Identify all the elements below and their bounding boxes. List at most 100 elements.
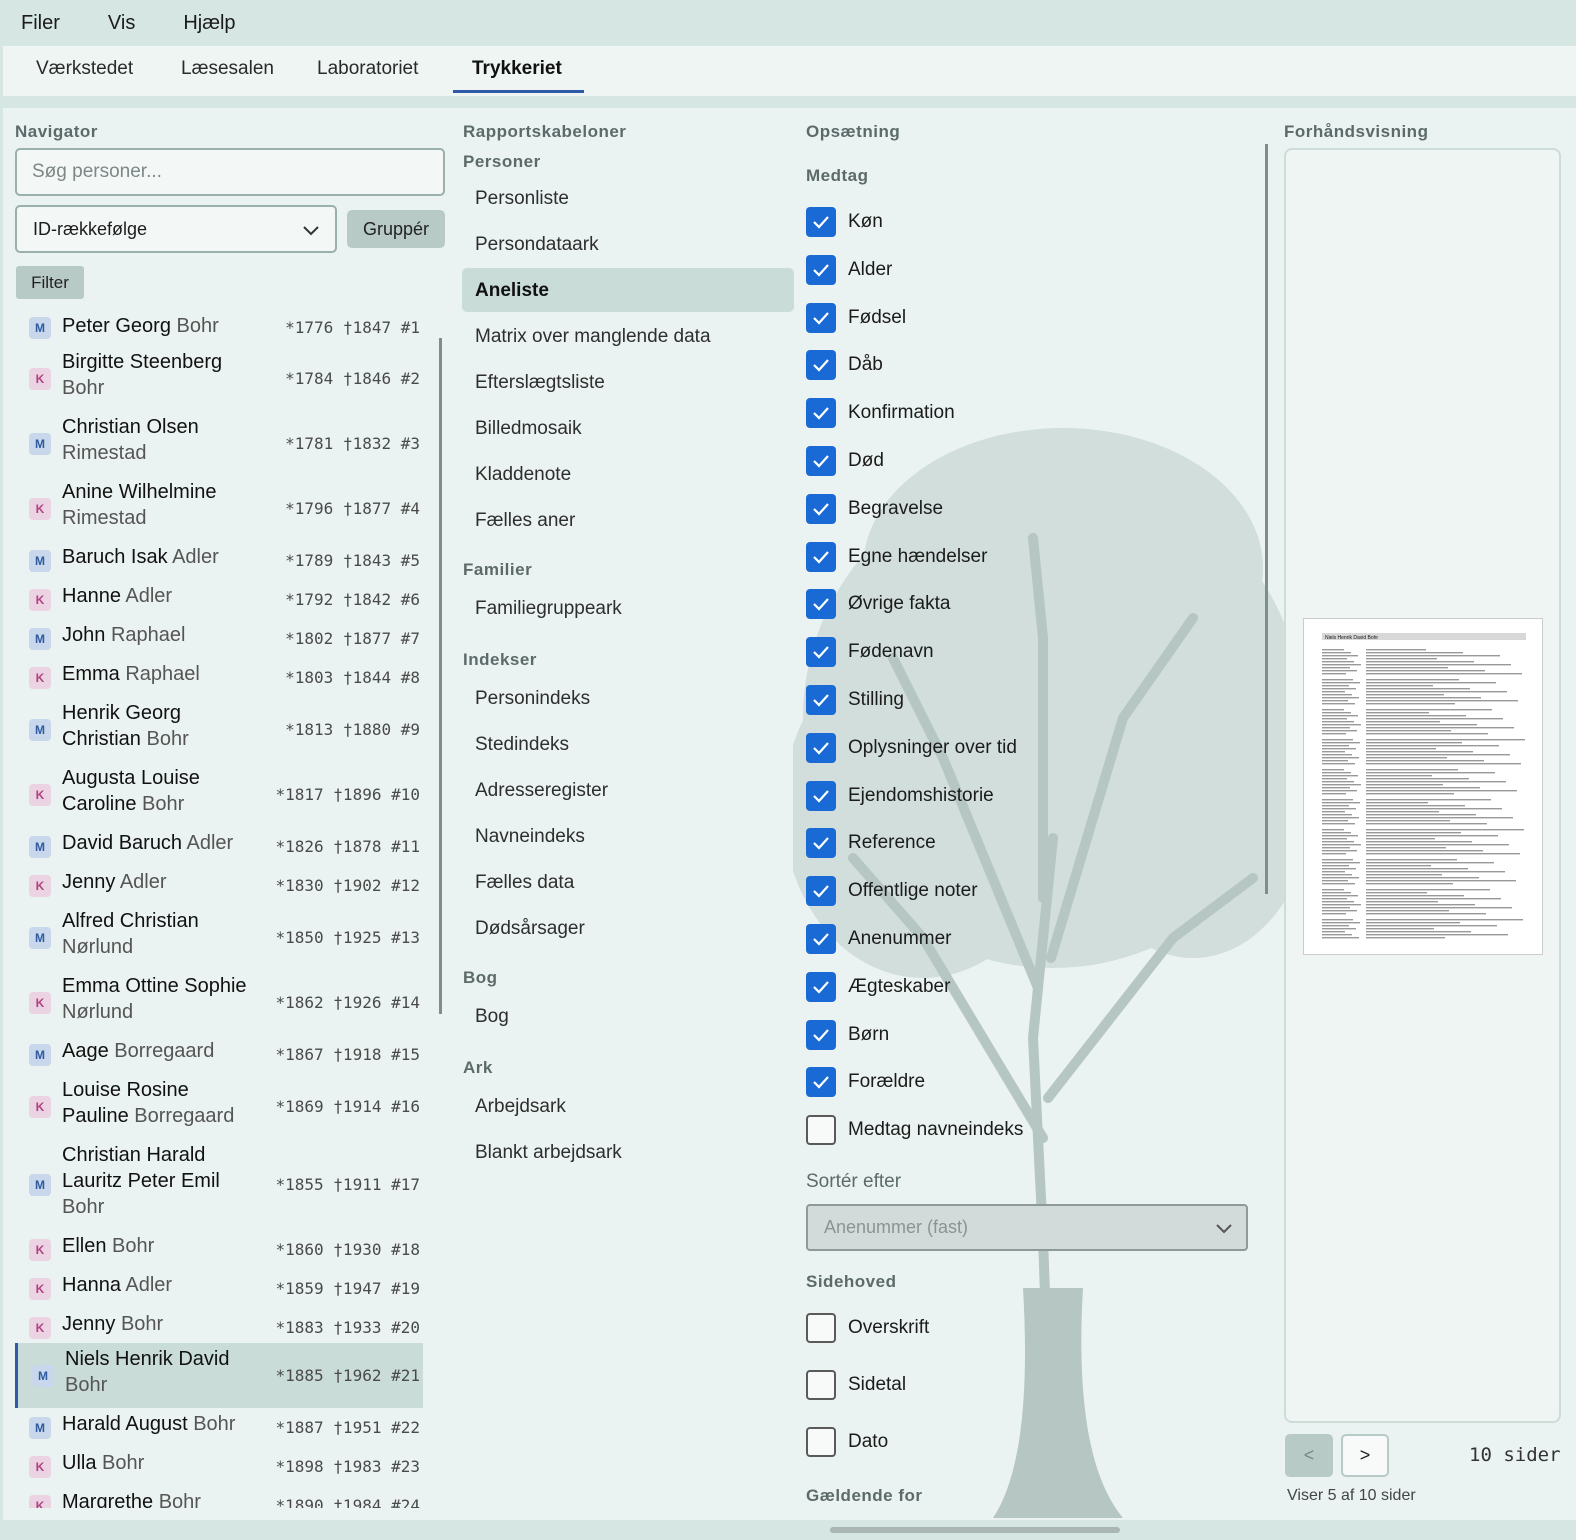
menu-file[interactable]: Filer	[21, 12, 60, 35]
checkbox-checked[interactable]	[806, 637, 836, 668]
checkbox-option[interactable]: Død	[806, 446, 884, 476]
checkbox-option[interactable]: Medtag navneindeks	[806, 1115, 1023, 1146]
template-item[interactable]: Efterslægtsliste	[475, 372, 605, 394]
checkbox-option[interactable]: Begravelse	[806, 493, 943, 524]
template-item[interactable]: Fælles data	[475, 872, 574, 894]
person-row[interactable]: K Jenny Adler *1830 †1902 #12	[15, 866, 423, 905]
person-row[interactable]: M David Baruch Adler *1826 †1878 #11	[15, 827, 423, 866]
checkbox-unchecked[interactable]	[806, 1115, 836, 1146]
template-item[interactable]: Persondataark	[475, 234, 599, 256]
person-row[interactable]: M Harald August Bohr *1887 †1951 #22	[15, 1408, 423, 1447]
template-item[interactable]: Adresseregister	[475, 780, 608, 802]
menu-view[interactable]: Vis	[108, 12, 135, 35]
checkbox-option[interactable]: Ejendomshistorie	[806, 780, 994, 811]
checkbox-option[interactable]: Køn	[806, 207, 883, 237]
checkbox-checked[interactable]	[806, 254, 836, 285]
person-row[interactable]: K Hanne Adler *1792 †1842 #6	[15, 580, 423, 619]
menu-help[interactable]: Hjælp	[183, 12, 235, 35]
person-row[interactable]: K Birgitte Steenberg Bohr *1784 †1846 #2	[15, 346, 423, 411]
checkbox-option[interactable]: Sidetal	[806, 1370, 906, 1400]
checkbox-option[interactable]: Dato	[806, 1427, 888, 1457]
checkbox-checked[interactable]	[806, 685, 836, 715]
template-item[interactable]: Kladdenote	[475, 464, 571, 486]
checkbox-checked[interactable]	[806, 493, 836, 524]
prev-page-button[interactable]: <	[1285, 1434, 1333, 1477]
checkbox-option[interactable]: Børn	[806, 1019, 889, 1050]
group-button[interactable]: Gruppér	[347, 210, 445, 248]
checkbox-checked[interactable]	[806, 446, 836, 476]
template-item[interactable]: Matrix over manglende data	[475, 326, 711, 348]
checkbox-checked[interactable]	[806, 398, 836, 429]
person-row[interactable]: K Augusta Louise Caroline Bohr *1817 †1896…	[15, 762, 423, 827]
person-row[interactable]: M John Raphael *1802 †1877 #7	[15, 619, 423, 658]
setup-scrollbar[interactable]	[1265, 144, 1268, 894]
sort-by-select[interactable]: Anenummer (fast)	[806, 1204, 1248, 1251]
person-row[interactable]: K Ellen Bohr *1860 †1930 #18	[15, 1230, 423, 1269]
person-row[interactable]: M Christian Harald Lauritz Peter Emil Boh…	[15, 1139, 423, 1230]
template-item[interactable]: Personindeks	[475, 688, 590, 710]
filter-button[interactable]: Filter	[16, 266, 84, 299]
checkbox-option[interactable]: Dåb	[806, 350, 883, 381]
checkbox-option[interactable]: Fødsel	[806, 302, 906, 333]
checkbox-option[interactable]: Egne hændelser	[806, 541, 987, 572]
preview-page-thumbnail[interactable]: Niels Henrik David Bohr	[1303, 618, 1543, 955]
person-row[interactable]: M Christian Olsen Rimestad *1781 †1832 #3	[15, 411, 423, 476]
template-item[interactable]: Familiegruppeark	[475, 598, 622, 620]
template-item[interactable]: Aneliste	[475, 280, 549, 302]
person-row[interactable]: K Anine Wilhelmine Rimestad *1796 †1877 #4	[15, 476, 423, 541]
person-row[interactable]: K Emma Raphael *1803 †1844 #8	[15, 658, 423, 697]
checkbox-checked[interactable]	[806, 1067, 836, 1098]
checkbox-option[interactable]: Overskrift	[806, 1313, 929, 1343]
person-row[interactable]: K Margrethe Bohr *1890 †1984 #24	[15, 1486, 423, 1508]
person-row[interactable]: K Jenny Bohr *1883 †1933 #20	[15, 1308, 423, 1347]
person-row[interactable]: K Emma Ottine Sophie Nørlund *1862 †1926 #…	[15, 970, 423, 1035]
person-row[interactable]: M Baruch Isak Adler *1789 †1843 #5	[15, 541, 423, 580]
template-item[interactable]: Blankt arbejdsark	[475, 1142, 622, 1164]
checkbox-checked[interactable]	[806, 732, 836, 763]
person-row[interactable]: M Peter Georg Bohr *1776 †1847 #1	[15, 310, 423, 346]
template-item[interactable]: Personliste	[475, 188, 569, 210]
checkbox-option[interactable]: Reference	[806, 828, 936, 859]
checkbox-checked[interactable]	[806, 780, 836, 811]
checkbox-checked[interactable]	[806, 589, 836, 620]
template-item[interactable]: Billedmosaik	[475, 418, 582, 440]
template-item[interactable]: Bog	[475, 1006, 509, 1028]
checkbox-checked[interactable]	[806, 924, 836, 954]
checkbox-option[interactable]: Stilling	[806, 685, 904, 715]
tab-laesesalen[interactable]: Læsesalen	[181, 58, 274, 80]
checkbox-checked[interactable]	[806, 876, 836, 907]
checkbox-checked[interactable]	[806, 828, 836, 859]
person-row[interactable]: K Hanna Adler *1859 †1947 #19	[15, 1269, 423, 1308]
checkbox-unchecked[interactable]	[806, 1427, 836, 1457]
checkbox-unchecked[interactable]	[806, 1370, 836, 1400]
next-page-button[interactable]: >	[1341, 1434, 1389, 1477]
checkbox-option[interactable]: Oplysninger over tid	[806, 732, 1017, 763]
tab-trykkeriet[interactable]: Trykkeriet	[472, 58, 562, 80]
template-item[interactable]: Arbejdsark	[475, 1096, 566, 1118]
person-list-scrollbar[interactable]	[439, 338, 442, 1014]
person-row[interactable]: K Ulla Bohr *1898 †1983 #23	[15, 1447, 423, 1486]
checkbox-checked[interactable]	[806, 350, 836, 381]
checkbox-option[interactable]: Øvrige fakta	[806, 589, 950, 620]
checkbox-checked[interactable]	[806, 541, 836, 572]
template-item[interactable]: Dødsårsager	[475, 918, 585, 940]
person-row[interactable]: M Aage Borregaard *1867 †1918 #15	[15, 1035, 423, 1074]
checkbox-option[interactable]: Anenummer	[806, 924, 952, 954]
checkbox-unchecked[interactable]	[806, 1313, 836, 1343]
checkbox-option[interactable]: Ægteskaber	[806, 971, 950, 1002]
person-row[interactable]: M Niels Henrik David Bohr *1885 †1962 #21	[15, 1343, 423, 1408]
sort-order-select[interactable]: ID-rækkefølge	[15, 205, 337, 253]
person-row[interactable]: M Alfred Christian Nørlund *1850 †1925 #13	[15, 905, 423, 970]
checkbox-option[interactable]: Forældre	[806, 1067, 925, 1098]
search-input[interactable]	[15, 148, 445, 196]
checkbox-checked[interactable]	[806, 207, 836, 237]
person-row[interactable]: M Henrik Georg Christian Bohr *1813 †1880 …	[15, 697, 423, 762]
template-item[interactable]: Fælles aner	[475, 510, 575, 532]
checkbox-option[interactable]: Fødenavn	[806, 637, 934, 668]
tab-vaerkstedet[interactable]: Værkstedet	[36, 58, 133, 80]
checkbox-checked[interactable]	[806, 971, 836, 1002]
person-row[interactable]: K Louise Rosine Pauline Borregaard *1869 †…	[15, 1074, 423, 1139]
checkbox-checked[interactable]	[806, 302, 836, 333]
bottom-scrollbar-thumb[interactable]	[830, 1527, 1120, 1533]
checkbox-option[interactable]: Offentlige noter	[806, 876, 978, 907]
